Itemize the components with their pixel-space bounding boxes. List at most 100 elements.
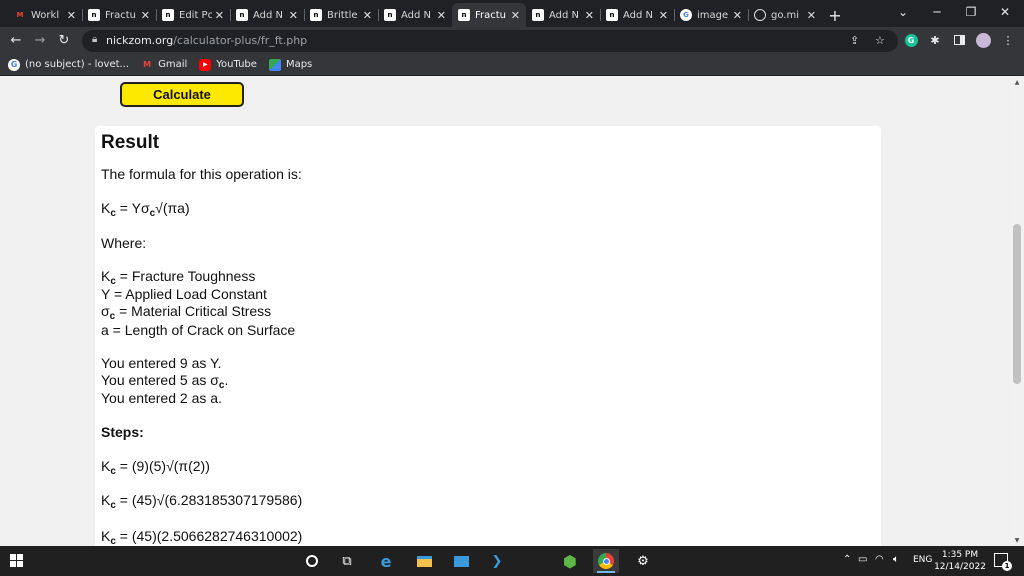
tab-title: Fractu xyxy=(105,9,137,21)
tab-close-icon[interactable]: ✕ xyxy=(215,9,224,22)
tab-close-icon[interactable]: ✕ xyxy=(733,9,742,22)
browser-tab-active[interactable]: n Fractu ✕ xyxy=(452,3,526,27)
reload-icon[interactable]: ↻ xyxy=(54,31,74,51)
grammarly-icon[interactable]: G xyxy=(903,32,919,48)
browser-tab[interactable]: n Add N ✕ xyxy=(526,3,600,27)
browser-tabstrip: M Workl ✕ n Fractu ✕ n Edit Pc ✕ n Add N… xyxy=(0,0,1024,27)
address-url[interactable]: nickzom.org/calculator-plus/fr_ft.php xyxy=(106,34,307,47)
gmail-icon: M xyxy=(16,11,24,19)
bookmark-item[interactable]: G (no subject) - lovet... xyxy=(8,58,130,71)
tab-close-icon[interactable]: ✕ xyxy=(141,9,150,22)
bookmark-label: Maps xyxy=(285,59,313,70)
google-icon: G xyxy=(8,58,20,71)
step-rhs: = (9)(5)√(π(2)) xyxy=(115,458,210,474)
task-view-icon[interactable]: ⧉ xyxy=(334,549,360,573)
browser-tab[interactable]: M Workl ✕ xyxy=(8,3,82,27)
tab-close-icon[interactable]: ✕ xyxy=(511,9,520,22)
tab-title: Add N xyxy=(253,9,284,21)
gmail-icon: M xyxy=(143,60,152,69)
nickzom-icon: n xyxy=(88,9,100,21)
windows-start-icon[interactable] xyxy=(10,554,23,567)
search-circle-icon[interactable] xyxy=(299,549,325,573)
browser-tab[interactable]: n Add N ✕ xyxy=(600,3,674,27)
new-tab-button[interactable]: + xyxy=(822,3,848,27)
mail-icon[interactable] xyxy=(448,549,474,573)
bookmark-item[interactable]: Maps xyxy=(268,58,313,71)
formula-rhs-part: = Yσ xyxy=(115,200,150,216)
restore-button[interactable]: ❐ xyxy=(954,0,988,24)
speaker-icon[interactable]: 🔈︎ xyxy=(893,554,899,565)
close-window-button[interactable]: ✕ xyxy=(988,0,1022,24)
tab-close-icon[interactable]: ✕ xyxy=(67,9,76,22)
tab-search-chevron-icon[interactable]: ⌄ xyxy=(886,0,920,24)
formula-line: Kc = Yσc√(πa) xyxy=(101,200,190,219)
bookmark-star-icon[interactable]: ☆ xyxy=(875,34,885,47)
definition-text: = Fracture Toughness xyxy=(115,268,256,284)
bookmark-label: (no subject) - lovet... xyxy=(25,59,130,70)
steps-label: Steps: xyxy=(101,424,144,440)
windows-taskbar: ⧉ e ❯ ⬢ ⚙ ⌃ ▭ ◠ 🔈︎ ENG 1:35 PM 12/14/202… xyxy=(0,546,1024,576)
page-scrollbar[interactable]: ▲ ▼ xyxy=(1010,77,1024,546)
definition-line: σc = Material Critical Stress xyxy=(101,303,272,322)
scroll-up-arrow-icon[interactable]: ▲ xyxy=(1013,79,1021,86)
wifi-icon[interactable]: ◠ xyxy=(875,554,884,565)
browser-tab[interactable]: n Edit Pc ✕ xyxy=(156,3,230,27)
taskbar-clock[interactable]: 1:35 PM 12/14/2022 xyxy=(930,549,990,573)
tab-close-icon[interactable]: ✕ xyxy=(289,9,298,22)
browser-tab[interactable]: n Add N ✕ xyxy=(378,3,452,27)
address-bar[interactable]: 🔒︎ nickzom.org/calculator-plus/fr_ft.php… xyxy=(82,30,898,52)
browser-tab[interactable]: n Add N ✕ xyxy=(230,3,304,27)
browser-tab[interactable]: go.mi ✕ xyxy=(748,3,822,27)
definition-line: Kc = Fracture Toughness xyxy=(101,268,256,287)
step-lhs: K xyxy=(101,492,111,508)
browser-tab[interactable]: G image ✕ xyxy=(674,3,748,27)
minimize-button[interactable]: ─ xyxy=(920,0,954,24)
app-green-hexagon-icon[interactable]: ⬢ xyxy=(557,549,583,573)
vscode-icon[interactable]: ❯ xyxy=(484,549,510,573)
entered-a-line: You entered 2 as a. xyxy=(101,390,222,406)
settings-gear-icon[interactable]: ⚙ xyxy=(630,549,656,573)
definition-text: = Material Critical Stress xyxy=(115,303,272,319)
calculate-button[interactable]: Calculate xyxy=(120,82,244,107)
tab-close-icon[interactable]: ✕ xyxy=(585,9,594,22)
nickzom-icon: n xyxy=(384,9,396,21)
share-icon[interactable]: ⇪ xyxy=(850,34,859,47)
url-domain: nickzom.org xyxy=(106,34,174,47)
tab-close-icon[interactable]: ✕ xyxy=(659,9,668,22)
browser-tab[interactable]: n Brittle ✕ xyxy=(304,3,378,27)
step-rhs: = (45)√(6.283185307179586) xyxy=(115,492,303,508)
bookmark-item[interactable]: M Gmail xyxy=(141,59,187,71)
url-path: /calculator-plus/fr_ft.php xyxy=(173,34,308,47)
extensions-puzzle-icon[interactable]: ✱ xyxy=(927,32,943,48)
scroll-down-arrow-icon[interactable]: ▼ xyxy=(1013,537,1021,544)
page-viewport: Calculate Result The formula for this op… xyxy=(0,77,1024,546)
tray-chevron-icon[interactable]: ⌃ xyxy=(843,554,851,565)
nickzom-icon: n xyxy=(458,9,470,21)
step-line: Kc = (45)√(6.283185307179586) xyxy=(101,492,303,511)
side-panel-icon[interactable] xyxy=(951,32,967,48)
bookmark-item[interactable]: ▶ YouTube xyxy=(199,58,257,71)
file-explorer-icon[interactable] xyxy=(411,549,437,573)
browser-tab[interactable]: n Fractu ✕ xyxy=(82,3,156,27)
definition-symbol: K xyxy=(101,268,111,284)
step-rhs: = (45)(2.5066282746310002) xyxy=(115,528,303,544)
forward-arrow-icon[interactable]: → xyxy=(30,31,50,51)
bookmark-label: YouTube xyxy=(216,59,257,70)
tab-close-icon[interactable]: ✕ xyxy=(437,9,446,22)
step-line: Kc = (45)(2.5066282746310002) xyxy=(101,528,303,546)
formula-intro: The formula for this operation is: xyxy=(101,166,302,182)
chrome-taskbar-icon[interactable] xyxy=(593,549,619,573)
scrollbar-thumb[interactable] xyxy=(1013,224,1021,384)
clock-date: 12/14/2022 xyxy=(934,562,986,572)
battery-icon[interactable]: ▭ xyxy=(858,554,867,565)
back-arrow-icon[interactable]: ← xyxy=(6,31,26,51)
chrome-menu-icon[interactable]: ⋮ xyxy=(1000,32,1016,48)
definition-text: = Applied Load Constant xyxy=(110,286,267,302)
profile-avatar[interactable] xyxy=(975,32,991,48)
tab-close-icon[interactable]: ✕ xyxy=(363,9,372,22)
notification-center-icon[interactable]: 1 xyxy=(994,553,1012,571)
definition-text: = Length of Crack on Surface xyxy=(108,322,296,338)
bookmark-label: Gmail xyxy=(158,59,188,70)
tab-close-icon[interactable]: ✕ xyxy=(807,9,816,22)
edge-browser-icon[interactable]: e xyxy=(373,549,399,573)
